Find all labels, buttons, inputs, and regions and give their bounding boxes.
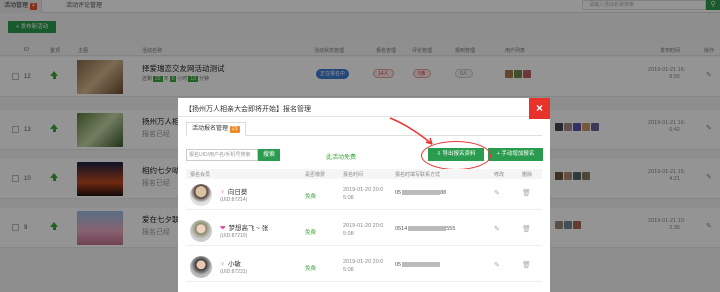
annotation-arrow <box>389 117 433 145</box>
